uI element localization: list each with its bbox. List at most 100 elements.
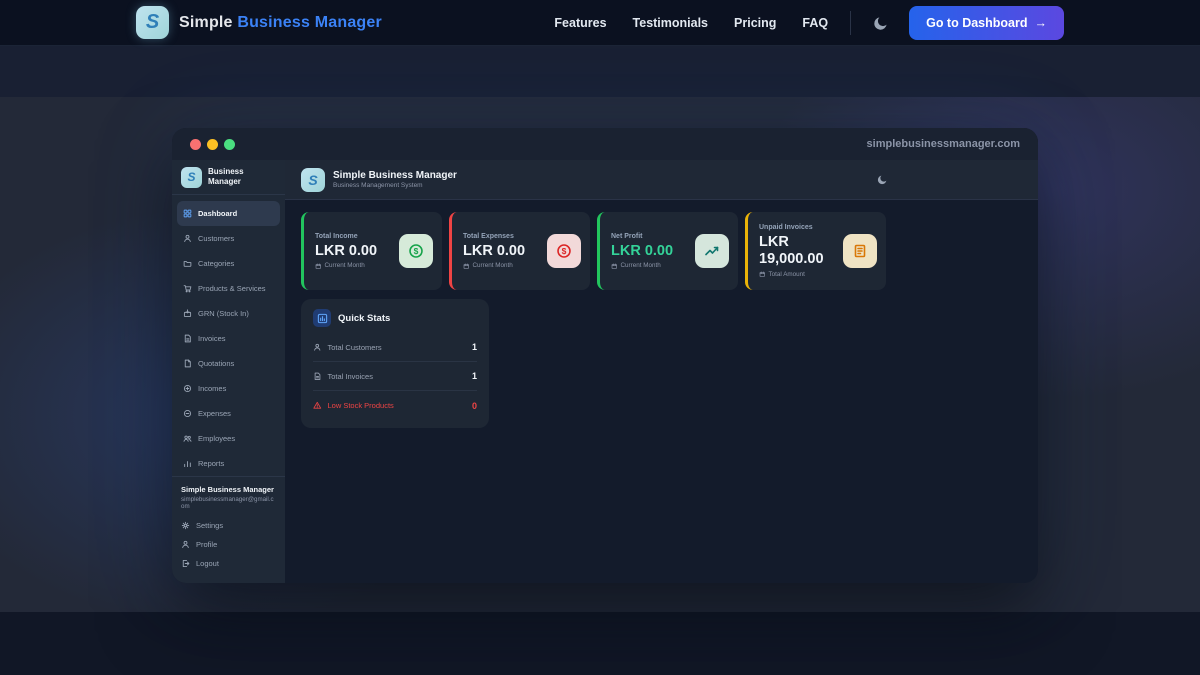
nav-link-pricing[interactable]: Pricing: [734, 16, 776, 30]
quick-stat-label: Low Stock Products: [328, 401, 394, 410]
nav-link-testimonials[interactable]: Testimonials: [633, 16, 708, 30]
sidebar-item-reports[interactable]: Reports: [177, 451, 280, 476]
quick-stats-rows: Total Customers1Total Invoices1Low Stock…: [313, 333, 477, 420]
stat-card-total-expenses: Total ExpensesLKR 0.00Current Month$: [449, 212, 590, 290]
quick-stat-row-total-invoices: Total Invoices1: [313, 362, 477, 391]
stat-card-iconbox: $: [399, 234, 433, 268]
quick-stat-label-group: Total Invoices: [313, 372, 373, 381]
stat-card-iconbox: [695, 234, 729, 268]
brand-title-secondary: Business Manager: [237, 14, 382, 31]
arrow-right-icon: →: [1035, 16, 1048, 30]
stat-card-value: LKR 19,000.00: [759, 234, 839, 267]
quick-stats-header: Quick Stats: [313, 309, 477, 327]
stat-card-net-profit: Net ProfitLKR 0.00Current Month: [597, 212, 738, 290]
sidebar-item-label: Quotations: [198, 359, 234, 368]
sidebar-footer-item-logout[interactable]: Logout: [181, 554, 276, 573]
file-text-icon: [313, 372, 322, 381]
sidebar-footer-item-profile[interactable]: Profile: [181, 535, 276, 554]
sidebar-item-label: Invoices: [198, 334, 226, 343]
brand-title-primary: Simple: [179, 14, 233, 31]
cart-icon: [183, 284, 192, 293]
sidebar-item-label: Incomes: [198, 384, 226, 393]
sidebar-footer-items: Settings ProfileLogout: [181, 516, 276, 573]
quick-stats-title: Quick Stats: [338, 313, 390, 324]
calendar-icon: [315, 263, 322, 270]
stat-card-text: Total IncomeLKR 0.00Current Month: [315, 233, 395, 270]
calendar-icon: [611, 263, 618, 270]
sidebar-user-email: simplebusinessmanager@gmail.com: [181, 496, 276, 510]
plus-circle-icon: [183, 384, 192, 393]
close-window-button[interactable]: [190, 139, 201, 150]
calendar-icon: [759, 271, 766, 278]
site-brand[interactable]: S Simple Business Manager: [136, 6, 382, 39]
sidebar-user-name: Simple Business Manager: [181, 485, 276, 494]
lower-section: [0, 612, 1200, 675]
quick-stat-label-group: Total Customers: [313, 343, 382, 352]
go-to-dashboard-button[interactable]: Go to Dashboard →: [909, 6, 1064, 40]
sidebar-footer-label: Settings: [196, 521, 223, 530]
minimize-window-button[interactable]: [207, 139, 218, 150]
minus-circle-icon: [183, 409, 192, 418]
dashboard-content: Total IncomeLKR 0.00Current Month $ Total …: [285, 200, 1038, 440]
sidebar-item-expenses[interactable]: Expenses: [177, 401, 280, 426]
nav-link-faq[interactable]: FAQ: [802, 16, 828, 30]
stat-card-iconbox: [843, 234, 877, 268]
cta-label: Go to Dashboard: [926, 16, 1027, 30]
quick-stats-panel: Quick Stats Total Customers1Total Invoic…: [301, 299, 489, 428]
app-body: S Business Manager Dashboard Customers Cat…: [172, 160, 1038, 583]
sidebar-item-label: Dashboard: [198, 209, 237, 218]
sidebar-item-employees[interactable]: Employees: [177, 426, 280, 451]
dollar-circle-icon: $: [408, 243, 424, 259]
nav-link-features[interactable]: Features: [554, 16, 606, 30]
sidebar-item-dashboard[interactable]: Dashboard: [177, 201, 280, 226]
top-navbar: S Simple Business Manager Features Testim…: [0, 0, 1200, 46]
sidebar-item-invoices[interactable]: Invoices: [177, 326, 280, 351]
maximize-window-button[interactable]: [224, 139, 235, 150]
file-icon: [183, 359, 192, 368]
sidebar-brand-label: Business Manager: [208, 167, 276, 187]
sidebar-item-incomes[interactable]: Incomes: [177, 376, 280, 401]
navbar-right: Features Testimonials Pricing FAQ Go to Das…: [554, 6, 1064, 40]
alert-triangle-icon: [313, 401, 322, 410]
sidebar-item-grn-stock-in[interactable]: GRN (Stock In): [177, 301, 280, 326]
sidebar-item-label: Customers: [198, 234, 234, 243]
sidebar-logo-icon: S: [181, 167, 202, 188]
sidebar-item-categories[interactable]: Categories: [177, 251, 280, 276]
quick-stat-label: Total Customers: [328, 343, 382, 352]
sidebar-item-label: Products & Services: [198, 284, 266, 293]
stat-card-footer-label: Current Month: [325, 262, 365, 269]
landing-page: S Simple Business Manager Features Testim…: [0, 0, 1200, 675]
sidebar-item-label: Expenses: [198, 409, 231, 418]
sidebar-brand: S Business Manager: [172, 160, 285, 195]
sidebar-footer-item-settings[interactable]: Settings: [181, 516, 276, 535]
quick-stat-value: 0: [472, 401, 477, 411]
sidebar-menu: Dashboard Customers Categories Products & S…: [172, 195, 285, 476]
stat-card-text: Unpaid InvoicesLKR 19,000.00Total Amount: [759, 224, 839, 277]
nav-divider: [850, 11, 851, 35]
stat-card-footer-label: Current Month: [621, 262, 661, 269]
sidebar-item-label: Reports: [198, 459, 224, 468]
stat-card-footer-label: Current Month: [473, 262, 513, 269]
bar-chart-icon: [183, 459, 192, 468]
stat-cards-row: Total IncomeLKR 0.00Current Month $ Total …: [301, 212, 1022, 290]
sidebar-item-label: Categories: [198, 259, 234, 268]
box-in-icon: [183, 309, 192, 318]
stat-card-label: Total Expenses: [463, 233, 543, 240]
grid-icon: [183, 209, 192, 218]
sidebar-item-customers[interactable]: Customers: [177, 226, 280, 251]
app-theme-toggle-moon-icon[interactable]: [877, 174, 888, 185]
sidebar-item-products-services[interactable]: Products & Services: [177, 276, 280, 301]
sidebar-item-quotations[interactable]: Quotations: [177, 351, 280, 376]
file-text-icon: [183, 334, 192, 343]
stat-card-label: Net Profit: [611, 233, 691, 240]
gear-icon: [181, 521, 190, 530]
theme-toggle-moon-icon[interactable]: [873, 15, 889, 31]
stat-card-text: Total ExpensesLKR 0.00Current Month: [463, 233, 543, 270]
stat-card-text: Net ProfitLKR 0.00Current Month: [611, 233, 691, 270]
app-header: S Simple Business Manager Business Manag…: [285, 160, 1038, 200]
users-icon: [183, 434, 192, 443]
svg-text:$: $: [414, 246, 419, 256]
app-main: S Simple Business Manager Business Manag…: [285, 160, 1038, 583]
nav-links: Features Testimonials Pricing FAQ: [554, 16, 828, 30]
app-header-logo-icon: S: [301, 168, 325, 192]
